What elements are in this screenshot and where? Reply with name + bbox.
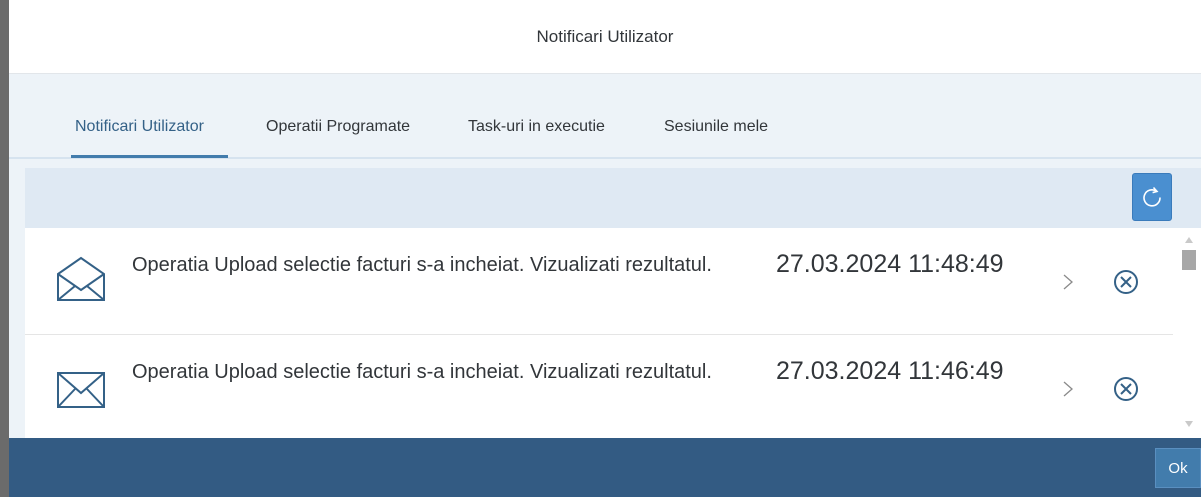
vertical-scrollbar[interactable] — [1175, 228, 1201, 438]
notification-datetime: 27.03.2024 11:46:49 — [776, 357, 1004, 385]
toolbar — [25, 168, 1201, 228]
refresh-button[interactable] — [1132, 173, 1172, 221]
notification-list: Operatia Upload selectie facturi s-a inc… — [25, 228, 1173, 440]
notification-item[interactable]: Operatia Upload selectie facturi s-a inc… — [25, 334, 1173, 440]
notification-datetime: 27.03.2024 11:48:49 — [776, 250, 1004, 278]
scrollbar-thumb[interactable] — [1182, 250, 1196, 270]
tab-notificari-utilizator[interactable]: Notificari Utilizator — [75, 118, 204, 136]
mail-icon — [57, 256, 105, 301]
tab-operatii-programate[interactable]: Operatii Programate — [266, 118, 410, 136]
delete-notification-icon[interactable] — [1112, 375, 1140, 403]
notification-message: Operatia Upload selectie facturi s-a inc… — [132, 254, 712, 276]
chevron-right-icon[interactable] — [1061, 272, 1075, 292]
active-tab-indicator — [71, 155, 228, 158]
mail-icon — [57, 372, 105, 408]
dialog-footer: Ok — [9, 438, 1201, 497]
notifications-dialog: Notificari Utilizator Notificari Utiliza… — [9, 0, 1201, 497]
notification-message: Operatia Upload selectie facturi s-a inc… — [132, 361, 712, 383]
notifications-panel: Operatia Upload selectie facturi s-a inc… — [25, 168, 1201, 440]
scroll-up-arrow-icon[interactable] — [1184, 236, 1194, 244]
refresh-icon — [1143, 186, 1161, 207]
scroll-down-arrow-icon[interactable] — [1184, 420, 1194, 428]
tab-sesiunile-mele[interactable]: Sesiunile mele — [664, 118, 768, 136]
dialog-title: Notificari Utilizator — [536, 26, 674, 46]
dialog-header: Notificari Utilizator — [9, 0, 1201, 74]
tab-bar: Notificari Utilizator Operatii Programat… — [9, 74, 1201, 159]
chevron-right-icon[interactable] — [1061, 379, 1075, 399]
ok-button[interactable]: Ok — [1155, 448, 1201, 488]
notification-item[interactable]: Operatia Upload selectie facturi s-a inc… — [25, 228, 1173, 334]
delete-notification-icon[interactable] — [1112, 268, 1140, 296]
tab-task-uri-in-executie[interactable]: Task-uri in executie — [468, 118, 605, 136]
